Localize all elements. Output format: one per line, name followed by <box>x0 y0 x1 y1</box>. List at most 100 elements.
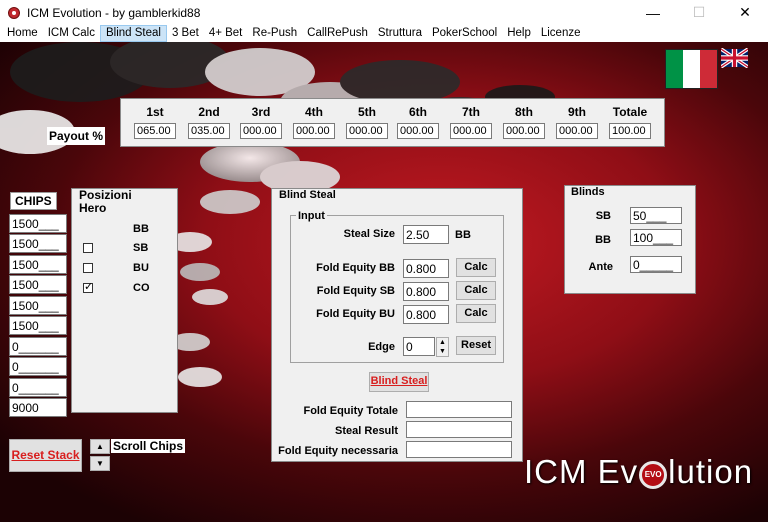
chip-input-9[interactable] <box>9 378 67 397</box>
steal-size-input[interactable] <box>403 225 449 244</box>
menu-poker-school[interactable]: PokerSchool <box>427 25 502 42</box>
payout-input-9th[interactable] <box>556 123 598 139</box>
payout-col-1st: 1st <box>130 103 180 139</box>
payout-col-9th: 9th <box>552 103 602 139</box>
menu-bar: Home ICM Calc Blind Steal 3 Bet 4+ Bet R… <box>0 25 768 42</box>
payout-total-field <box>609 123 651 139</box>
calc-sb-button[interactable]: Calc <box>456 281 496 300</box>
logo-evo-badge: EVO <box>639 461 668 489</box>
payout-header: 9th <box>568 105 586 119</box>
position-label-co: CO <box>133 282 150 294</box>
menu-blind-steal[interactable]: Blind Steal <box>99 25 167 42</box>
uk-flag-button[interactable] <box>721 48 748 68</box>
icm-evolution-logo: ICM Ev EVO lution <box>524 453 764 503</box>
menu-icm-calc[interactable]: ICM Calc <box>43 25 100 42</box>
italian-flag-button[interactable] <box>665 49 718 89</box>
menu-call-re-push[interactable]: CallRePush <box>302 25 373 42</box>
reset-stack-button[interactable]: Reset Stack <box>9 439 82 472</box>
logo-text-part1: ICM Ev <box>524 453 639 490</box>
payout-header: 5th <box>358 105 376 119</box>
position-label-sb: SB <box>133 242 149 254</box>
app-icon <box>8 6 20 19</box>
payout-input-6th[interactable] <box>397 123 439 139</box>
payout-header: 6th <box>409 105 427 119</box>
fold-equity-bb-label: Fold Equity BB <box>316 262 395 274</box>
blinds-sb-label: SB <box>595 210 611 222</box>
menu-struttura[interactable]: Struttura <box>373 25 427 42</box>
blind-steal-panel: Blind Steal Input Steal Size BB Fold Equ… <box>271 188 523 462</box>
position-checkbox-co[interactable] <box>83 280 93 293</box>
payout-input-8th[interactable] <box>503 123 545 139</box>
spinner-up-icon[interactable]: ▲ <box>437 338 448 347</box>
close-button[interactable]: ✕ <box>722 0 768 25</box>
fold-equity-sb-label: Fold Equity SB <box>316 285 395 297</box>
blinds-ante-input[interactable] <box>630 256 682 273</box>
menu-re-push[interactable]: Re-Push <box>247 25 302 42</box>
payout-panel: 1st 2nd 3rd 4th 5th 6th 7th 8th <box>120 98 665 147</box>
scroll-chips-up-button[interactable]: ▲ <box>90 439 110 454</box>
menu-home[interactable]: Home <box>2 25 43 42</box>
payout-col-totale: Totale <box>605 103 655 139</box>
chip-input-8[interactable] <box>9 357 67 376</box>
position-row-co: CO <box>83 279 163 297</box>
main-content: 1st 2nd 3rd 4th 5th 6th 7th 8th <box>0 42 768 522</box>
blinds-title: Blinds <box>569 186 607 198</box>
chip-total-field <box>9 398 67 417</box>
steal-size-unit: BB <box>455 229 471 241</box>
fold-equity-sb-input[interactable] <box>403 282 449 301</box>
chip-input-5[interactable] <box>9 296 67 315</box>
payout-input-1st[interactable] <box>134 123 176 139</box>
payout-header: 3rd <box>251 105 271 119</box>
blind-steal-action-button[interactable]: Blind Steal <box>369 372 429 392</box>
fold-equity-bu-input[interactable] <box>403 305 449 324</box>
payout-col-8th: 8th <box>499 103 549 139</box>
chip-input-7[interactable] <box>9 337 67 356</box>
menu-3-bet[interactable]: 3 Bet <box>167 25 204 42</box>
position-checkbox-sb[interactable] <box>83 243 93 253</box>
steal-result-label: Steal Result <box>335 425 398 437</box>
payout-col-4th: 4th <box>289 103 339 139</box>
blinds-sb-input[interactable] <box>630 207 682 224</box>
blinds-bb-input[interactable] <box>630 229 682 246</box>
chip-input-4[interactable] <box>9 275 67 294</box>
maximize-button[interactable]: ☐ <box>676 0 722 25</box>
window-title: ICM Evolution - by gamblerkid88 <box>27 5 201 20</box>
calc-bu-button[interactable]: Calc <box>456 304 496 323</box>
spinner-down-icon[interactable]: ▼ <box>437 347 448 356</box>
menu-4-plus-bet[interactable]: 4+ Bet <box>204 25 248 42</box>
edge-input[interactable] <box>403 337 435 356</box>
menu-help[interactable]: Help <box>502 25 536 42</box>
fold-equity-totale-label: Fold Equity Totale <box>303 405 398 417</box>
payout-header: 4th <box>305 105 323 119</box>
scroll-chips-down-button[interactable]: ▼ <box>90 456 110 471</box>
logo-text-part2: lution <box>668 453 754 490</box>
payout-col-6th: 6th <box>393 103 443 139</box>
blinds-panel: Blinds SB BB Ante <box>564 185 696 294</box>
reset-edge-button[interactable]: Reset <box>456 336 496 355</box>
fold-equity-bu-label: Fold Equity BU <box>316 308 395 320</box>
chip-input-2[interactable] <box>9 234 67 253</box>
payout-input-2nd[interactable] <box>188 123 230 139</box>
chips-label: CHIPS <box>10 192 57 210</box>
edge-spinner[interactable]: ▲ ▼ <box>436 337 449 357</box>
chip-input-3[interactable] <box>9 255 67 274</box>
fold-equity-necessaria-label: Fold Equity necessaria <box>278 445 398 457</box>
edge-label: Edge <box>368 341 395 353</box>
payout-input-3rd[interactable] <box>240 123 282 139</box>
payout-label: Payout % <box>47 127 105 145</box>
steal-result-field <box>406 421 512 438</box>
fold-equity-bb-input[interactable] <box>403 259 449 278</box>
fold-equity-necessaria-field <box>406 441 512 458</box>
menu-licenze[interactable]: Licenze <box>536 25 586 42</box>
payout-col-2nd: 2nd <box>184 103 234 139</box>
steal-size-label: Steal Size <box>343 228 395 240</box>
position-checkbox-bu[interactable] <box>83 263 93 273</box>
payout-input-5th[interactable] <box>346 123 388 139</box>
calc-bb-button[interactable]: Calc <box>456 258 496 277</box>
chip-input-1[interactable] <box>9 214 67 233</box>
payout-input-7th[interactable] <box>450 123 492 139</box>
chip-input-6[interactable] <box>9 316 67 335</box>
minimize-button[interactable]: — <box>630 0 676 25</box>
payout-header: 1st <box>146 105 164 119</box>
payout-input-4th[interactable] <box>293 123 335 139</box>
